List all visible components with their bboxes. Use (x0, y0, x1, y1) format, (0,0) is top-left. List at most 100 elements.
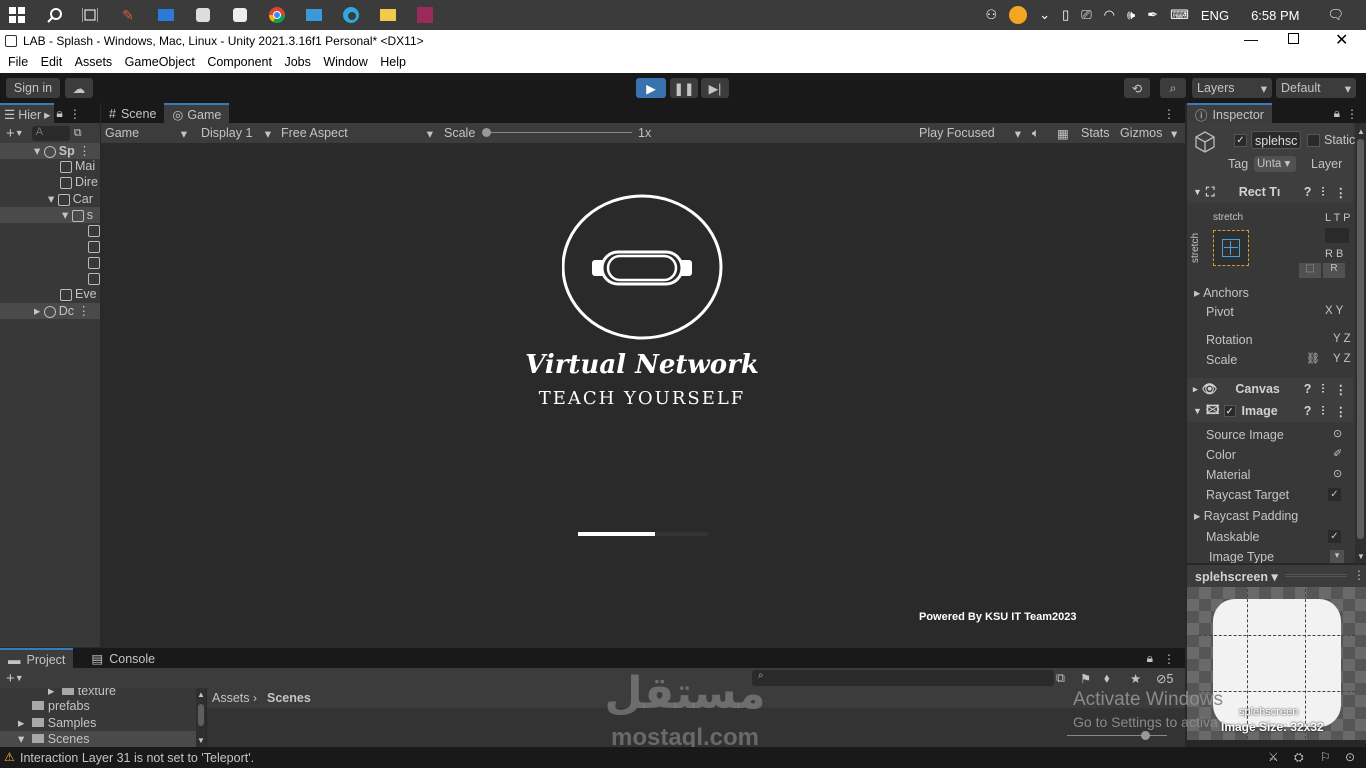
hierarchy-item[interactable]: ▾ Car (48, 191, 93, 207)
tag-dropdown[interactable]: Unta ▾ (1254, 156, 1296, 172)
status-message[interactable]: Interaction Layer 31 is not set to 'Tele… (20, 751, 254, 765)
folder-tree-scrollbar[interactable]: ▲ ▼ (196, 688, 206, 747)
language-indicator[interactable]: ENG (1201, 8, 1229, 23)
stats-button[interactable]: Stats (1081, 126, 1110, 140)
tab-console[interactable]: ▤ Console (83, 648, 163, 669)
kebab-menu-icon[interactable]: ⋮ (1353, 568, 1365, 582)
close-icon[interactable]: ✕ (1335, 30, 1348, 50)
folder-item[interactable]: ▸ Samples (18, 715, 96, 731)
help-icon[interactable]: ? (1304, 382, 1312, 396)
desktop-icon[interactable] (303, 4, 325, 26)
settings-sliders-icon[interactable]: ⫶ (1321, 404, 1324, 419)
pivot-fields[interactable]: X Y (1325, 305, 1343, 317)
search-by-type-icon[interactable]: ⧉ (1056, 671, 1065, 686)
anchor-preset-button[interactable] (1213, 230, 1249, 266)
scale-slider[interactable] (482, 128, 632, 137)
rect-transform-header[interactable]: ▼ ⛶ Rect Tı ? ⫶ ⋮ (1187, 181, 1353, 203)
winrar-icon[interactable] (414, 4, 436, 26)
chevron-down-icon[interactable]: ▾ (1171, 126, 1177, 141)
clock[interactable]: 6:58 PM (1251, 8, 1299, 23)
tag-icon[interactable]: ⬧ (1104, 671, 1110, 686)
search-by-label-icon[interactable]: ⚑ (1080, 671, 1091, 686)
status-check-icon[interactable]: ⊙ (1345, 750, 1355, 764)
windows-start-icon[interactable] (6, 4, 28, 26)
keyboard-icon[interactable]: ⌨ (1170, 7, 1189, 23)
asset-zoom-slider[interactable] (1067, 731, 1167, 740)
edge-icon[interactable] (340, 4, 362, 26)
settings-sliders-icon[interactable]: ⫶ (1321, 382, 1324, 397)
tab-inspector[interactable]: ⓘ Inspector (1187, 103, 1272, 124)
layout-dropdown[interactable]: Default ▾ (1276, 78, 1356, 98)
scroll-up-icon[interactable]: ▲ (197, 690, 205, 699)
lock-icon[interactable]: 🔒︎ (56, 106, 62, 121)
menu-jobs[interactable]: Jobs (284, 53, 310, 69)
pause-button[interactable]: ❚❚ (670, 78, 698, 98)
hierarchy-item-scene[interactable]: ▾ Sp ⋮ (34, 143, 91, 159)
scroll-down-icon[interactable]: ▼ (197, 736, 205, 745)
inspector-scrollbar[interactable]: ▲ ▼ (1355, 123, 1366, 563)
menu-edit[interactable]: Edit (41, 53, 63, 69)
folder-item-selected[interactable]: ▾ Scenes (0, 731, 196, 747)
gizmos-button[interactable]: Gizmos (1120, 126, 1162, 140)
minimize-icon[interactable]: — (1244, 31, 1258, 47)
pen-icon[interactable]: ✒ (1147, 7, 1158, 23)
help-icon[interactable]: ? (1304, 185, 1312, 199)
slider-handle[interactable] (482, 128, 491, 137)
rotation-fields[interactable]: Y Z (1333, 333, 1351, 345)
object-picker-icon[interactable]: ⊙ (1333, 467, 1342, 480)
object-name-field[interactable]: splehsc (1251, 131, 1301, 149)
scroll-down-icon[interactable]: ▼ (1357, 552, 1365, 561)
app-taskbar-icon[interactable]: ✎ (117, 4, 139, 26)
tab-game[interactable]: ◎ Game (164, 103, 230, 124)
wifi-icon[interactable]: ◠ (1104, 7, 1115, 23)
raycast-target-checkbox[interactable]: ✓ (1328, 488, 1341, 501)
tab-scene[interactable]: # Scene (101, 103, 164, 124)
canvas-renderer-header[interactable]: ▸ 👁︎ Canvas ? ⫶ ⋮ (1187, 378, 1353, 400)
folder-item[interactable]: ▸ texture (48, 688, 116, 699)
hierarchy-search-input[interactable]: A (31, 125, 70, 141)
file-explorer-icon[interactable] (377, 4, 399, 26)
scroll-up-icon[interactable]: ▲ (1357, 127, 1365, 136)
eyedropper-icon[interactable]: ✐ (1333, 447, 1342, 460)
image-type-dropdown[interactable]: ▾ (1330, 550, 1344, 563)
preview-name-dropdown[interactable]: splehscreen ▾ (1195, 569, 1278, 584)
grid-icon[interactable]: ▦ (1057, 126, 1069, 141)
weather-icon[interactable] (1009, 6, 1028, 24)
tray-app2-icon[interactable]: ⎚ (1081, 7, 1091, 23)
breadcrumb-assets[interactable]: Assets (212, 691, 250, 705)
unity-icon[interactable] (229, 4, 251, 26)
kebab-menu-icon[interactable]: ⋮ (1335, 382, 1348, 397)
search-icon[interactable] (44, 4, 66, 26)
kebab-menu-icon[interactable]: ⋮ (1335, 404, 1348, 419)
play-focused-dropdown[interactable]: Play Focused ▾ (915, 126, 1025, 141)
breadcrumb-scenes[interactable]: Scenes (267, 691, 311, 705)
chrome-icon[interactable] (266, 4, 288, 26)
hierarchy-item[interactable]: Mai (60, 159, 95, 175)
game-viewport[interactable]: Virtual Network TEACH YOURSELF Powered B… (101, 143, 1185, 647)
sign-in-button[interactable]: Sign in (6, 78, 60, 98)
preview-drag-handle[interactable] (1285, 574, 1347, 577)
tray-app-icon[interactable]: ▯ (1062, 7, 1069, 23)
notifications-icon[interactable]: 🗨 (1327, 7, 1344, 23)
status-icon-a[interactable]: ⚔ (1268, 750, 1279, 764)
active-checkbox[interactable]: ✓ (1234, 134, 1247, 147)
raw-edit-button[interactable]: R (1323, 263, 1345, 278)
people-icon[interactable]: ⚇ (986, 7, 998, 23)
hierarchy-item[interactable]: Dire (60, 175, 98, 191)
help-icon[interactable]: ? (1304, 404, 1312, 418)
scale-fields[interactable]: Y Z (1333, 353, 1351, 365)
add-icon[interactable]: + (6, 670, 15, 687)
favorite-star-icon[interactable]: ★ (1130, 671, 1141, 686)
anchors-foldout[interactable]: ▸ Anchors (1194, 285, 1249, 300)
play-button[interactable]: ▶ (636, 78, 666, 98)
blueprint-mode-button[interactable]: ⬚ (1299, 263, 1321, 278)
menu-component[interactable]: Component (207, 53, 272, 69)
kebab-menu-icon[interactable]: ⋮ (1335, 185, 1348, 200)
hidden-packages-icon[interactable]: ⊘5 (1156, 671, 1173, 686)
image-component-header[interactable]: ▼ 🖾︎ ✓ Image ? ⫶ ⋮ (1187, 400, 1353, 422)
image-enabled-checkbox[interactable]: ✓ (1223, 405, 1236, 417)
unity-hub-icon[interactable] (192, 4, 214, 26)
status-icon-b[interactable]: ⛭ (1294, 750, 1304, 765)
tab-project[interactable]: ▬ Project (0, 648, 74, 669)
kebab-menu-icon[interactable]: ⋮ (1346, 107, 1358, 121)
